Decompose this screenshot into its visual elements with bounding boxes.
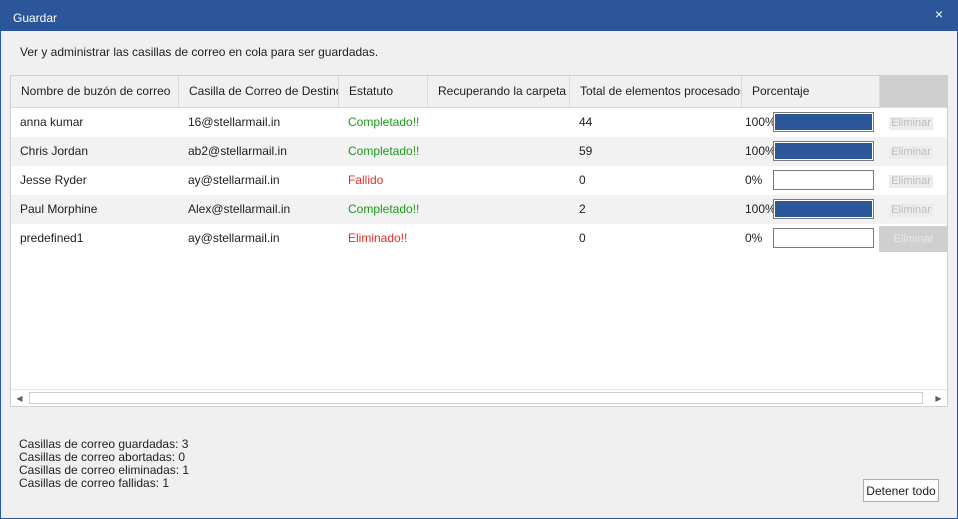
progress-bar [773, 112, 874, 132]
cell-folder [428, 137, 570, 166]
progress-bar-fill [775, 201, 872, 217]
table-row[interactable]: Chris Jordan ab2@stellarmail.in Completado… [11, 137, 947, 166]
summary-panel: Casillas de correo guardadas: 3 Casillas… [19, 438, 189, 490]
cell-mailbox-name: predefined1 [20, 231, 84, 245]
horizontal-scrollbar[interactable]: ◀ ▶ [11, 389, 947, 406]
cell-mailbox-name: anna kumar [20, 115, 84, 129]
progress-bar [773, 141, 874, 161]
scrollbar-track[interactable] [29, 392, 923, 404]
cell-folder [428, 166, 570, 195]
cell-status: Fallido [348, 173, 384, 187]
cell-total: 0 [579, 231, 586, 245]
instructions-text: Ver y administrar las casillas de correo… [20, 45, 379, 59]
mailbox-queue-table: Nombre de buzón de correo Casilla de Cor… [10, 75, 948, 407]
cell-percentage-text: 0% [745, 231, 763, 245]
cell-destination: ay@stellarmail.in [188, 231, 280, 245]
column-header-total[interactable]: Total de elementos procesados [570, 76, 742, 107]
column-header-percentage[interactable]: Porcentaje [742, 76, 880, 107]
table-row[interactable]: anna kumar 16@stellarmail.in Completado!! 4… [11, 108, 947, 137]
cell-folder [428, 195, 570, 224]
table-row[interactable]: Jesse Ryder ay@stellarmail.in Fallido 0 0% El… [11, 166, 947, 195]
progress-bar-fill [775, 143, 872, 159]
scroll-left-icon[interactable]: ◀ [11, 390, 28, 406]
progress-bar [773, 170, 874, 190]
cell-destination: ay@stellarmail.in [188, 173, 280, 187]
scroll-right-icon[interactable]: ▶ [930, 390, 947, 406]
cell-total: 2 [579, 202, 586, 216]
column-header-folder[interactable]: Recuperando la carpeta [428, 76, 570, 107]
table-row[interactable]: Paul Morphine Alex@stellarmail.in Completa… [11, 195, 947, 224]
delete-button[interactable]: Eliminar [889, 204, 933, 217]
delete-button[interactable]: Eliminar [889, 117, 933, 130]
cell-folder [428, 108, 570, 137]
cell-destination: ab2@stellarmail.in [188, 144, 287, 158]
cell-total: 0 [579, 173, 586, 187]
cell-destination: Alex@stellarmail.in [188, 202, 291, 216]
table-header: Nombre de buzón de correo Casilla de Cor… [11, 76, 947, 108]
delete-button[interactable]: Eliminar [889, 146, 933, 159]
cell-mailbox-name: Chris Jordan [20, 144, 89, 158]
cell-status: Completado!! [348, 202, 420, 216]
summary-failed: Casillas de correo fallidas: 1 [19, 476, 170, 490]
column-header-mailbox-name[interactable]: Nombre de buzón de correo [11, 76, 179, 107]
progress-bar-fill [775, 114, 872, 130]
cell-folder [428, 224, 570, 253]
cell-total: 44 [579, 115, 593, 129]
cell-percentage-text: 0% [745, 173, 763, 187]
delete-button[interactable]: Eliminar [889, 175, 933, 188]
cell-status: Completado!! [348, 115, 420, 129]
cell-status: Completado!! [348, 144, 420, 158]
column-header-status[interactable]: Estatuto [339, 76, 428, 107]
table-row[interactable]: predefined1 ay@stellarmail.in Eliminado!! 0… [11, 224, 947, 253]
cell-mailbox-name: Jesse Ryder [20, 173, 87, 187]
cell-destination: 16@stellarmail.in [188, 115, 281, 129]
cell-percentage-text: 100% [745, 115, 776, 129]
stop-all-button[interactable]: Detener todo [863, 479, 939, 502]
cell-percentage-text: 100% [745, 144, 776, 158]
title-bar: Guardar × [1, 1, 957, 31]
cell-mailbox-name: Paul Morphine [20, 202, 98, 216]
progress-bar [773, 199, 874, 219]
column-header-destination[interactable]: Casilla de Correo de Destino [179, 76, 339, 107]
cell-status: Eliminado!! [348, 231, 408, 245]
progress-bar [773, 228, 874, 248]
dialog-title: Guardar [13, 11, 58, 25]
close-icon[interactable]: × [931, 6, 947, 22]
delete-button[interactable]: Eliminar [879, 226, 947, 252]
save-dialog: Guardar × Ver y administrar las casillas… [0, 0, 958, 519]
cell-percentage-text: 100% [745, 202, 776, 216]
cell-total: 59 [579, 144, 593, 158]
column-header-action [880, 76, 947, 107]
